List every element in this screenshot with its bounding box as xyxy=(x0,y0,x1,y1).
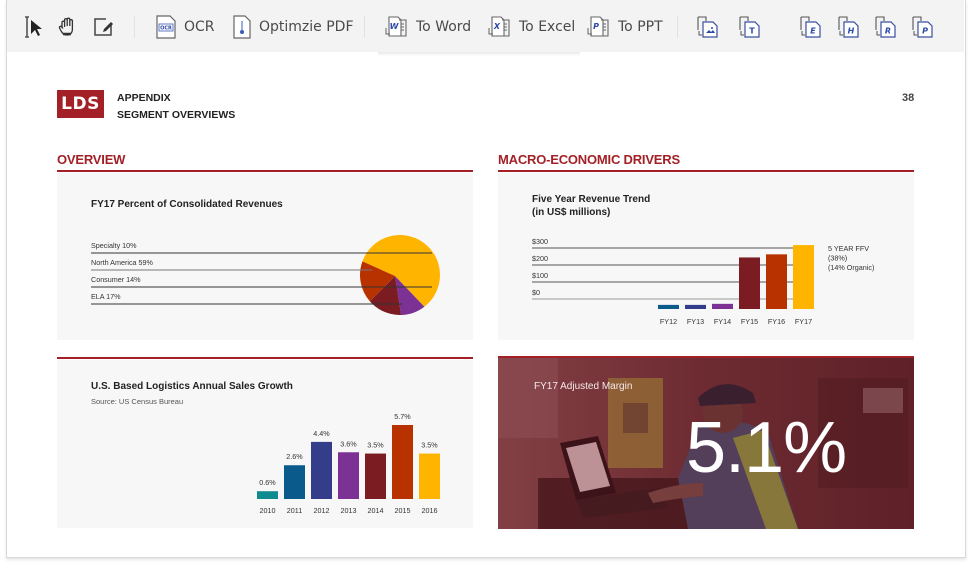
data-label: 5.7% xyxy=(394,412,411,421)
x-tick-label: 2013 xyxy=(341,506,357,515)
margin-card-value: 5.1% xyxy=(686,408,847,488)
bar-2011 xyxy=(284,465,305,499)
data-label: 4.4% xyxy=(313,429,330,438)
x-tick-label: 2010 xyxy=(260,506,276,515)
bar-2013 xyxy=(338,452,359,499)
x-tick-label: 2012 xyxy=(314,506,330,515)
bar-2012 xyxy=(311,441,332,499)
bar-2015 xyxy=(392,425,413,499)
x-tick-label: 2014 xyxy=(368,506,384,515)
data-label: 3.5% xyxy=(367,441,384,450)
x-tick-label: 2015 xyxy=(395,506,411,515)
bar-2010 xyxy=(257,491,278,499)
margin-card-title: FY17 Adjusted Margin xyxy=(534,381,633,392)
data-label: 0.6% xyxy=(259,478,276,487)
data-label: 3.6% xyxy=(340,439,357,448)
bar-2016 xyxy=(419,453,440,499)
x-tick-label: 2011 xyxy=(287,506,302,515)
x-tick-label: 2016 xyxy=(422,506,438,515)
data-label: 3.5% xyxy=(421,441,438,450)
data-label: 2.6% xyxy=(286,452,303,461)
bar-2014 xyxy=(365,453,386,499)
